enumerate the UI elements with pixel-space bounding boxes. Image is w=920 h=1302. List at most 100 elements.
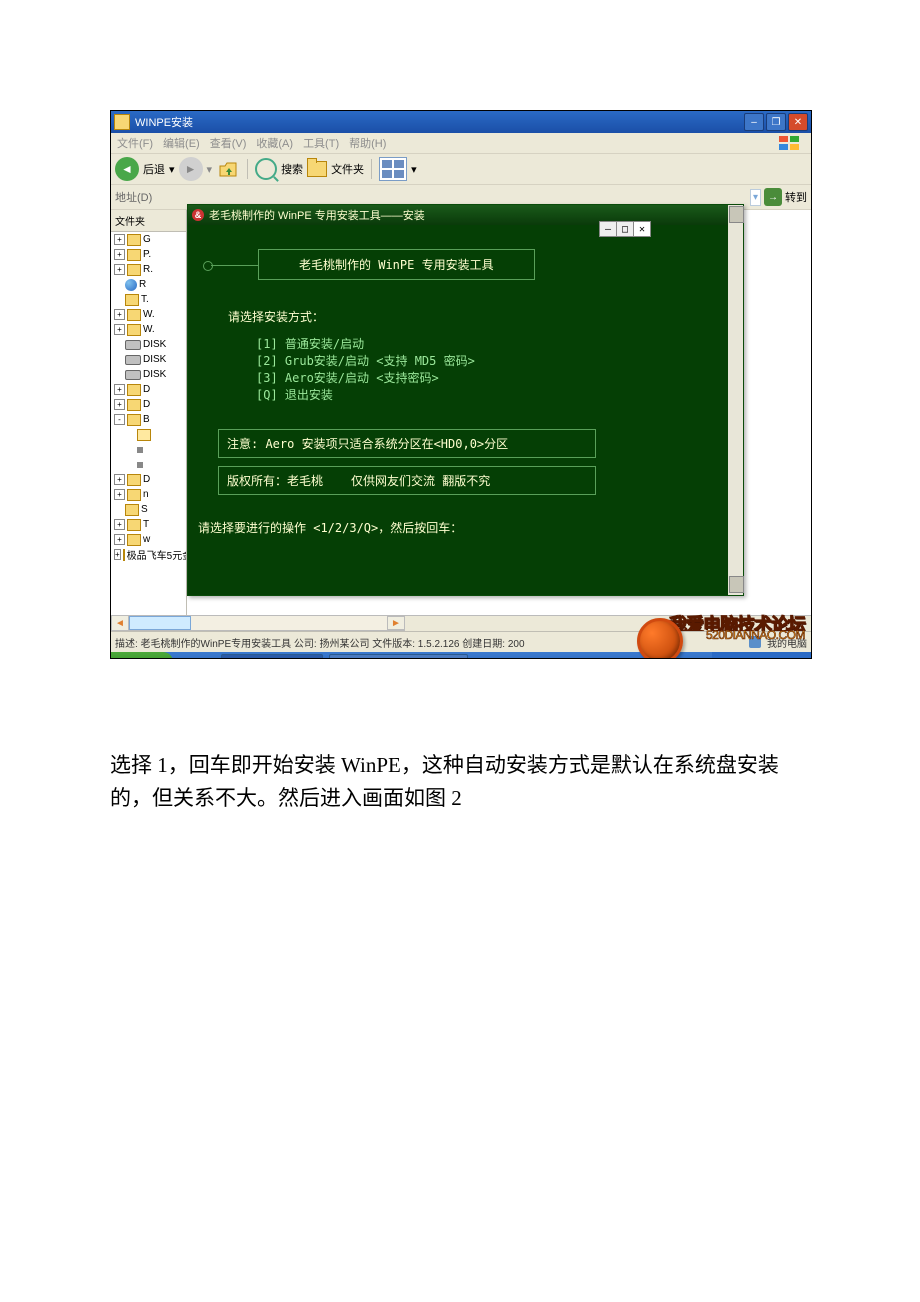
tree-leaf-icon xyxy=(137,462,143,468)
expand-icon[interactable]: + xyxy=(114,264,125,275)
search-label: 搜索 xyxy=(281,161,303,177)
menu-help[interactable]: 帮助(H) xyxy=(349,135,386,151)
close-button[interactable]: ✕ xyxy=(788,113,808,131)
expand-icon[interactable]: + xyxy=(114,324,125,335)
tree-item-label: S xyxy=(141,504,148,515)
taskbar-button-1[interactable]: WINPE安装 xyxy=(221,654,323,659)
copyright-box: 版权所有：老毛桃 仅供网友们交流 翻版不究 xyxy=(218,466,596,495)
forward-button[interactable]: ► xyxy=(179,157,203,181)
ime-indicator[interactable]: CH xyxy=(720,659,740,660)
tree-item[interactable]: +R. xyxy=(114,262,186,277)
menu-view[interactable]: 查看(V) xyxy=(210,135,247,151)
search-icon[interactable] xyxy=(255,158,277,180)
tree-item[interactable]: T. xyxy=(114,292,186,307)
tree-item[interactable]: + P. xyxy=(114,247,186,262)
expand-icon[interactable]: + xyxy=(114,384,125,395)
console-scrollbar[interactable] xyxy=(728,205,743,595)
console-window-buttons: – □ ✕ xyxy=(599,221,651,237)
tree-item[interactable]: DISK xyxy=(114,367,186,382)
tree-item[interactable] xyxy=(114,442,186,457)
menu-tools[interactable]: 工具(T) xyxy=(303,135,339,151)
menu-file[interactable]: 文件(F) xyxy=(117,135,153,151)
tree-item[interactable] xyxy=(114,427,186,442)
option-q: [Q] 退出安装 xyxy=(256,386,723,403)
explorer-titlebar: WINPE安装 – ❐ ✕ xyxy=(111,111,811,133)
menu-edit[interactable]: 编辑(E) xyxy=(163,135,200,151)
tree-item[interactable]: + W. xyxy=(114,307,186,322)
collapse-icon[interactable]: - xyxy=(114,414,125,425)
console-minimize-button[interactable]: – xyxy=(600,222,616,236)
expand-icon[interactable]: + xyxy=(114,474,125,485)
tree-item[interactable]: +D xyxy=(114,397,186,412)
tree-item[interactable]: +w xyxy=(114,532,186,547)
expand-icon[interactable]: + xyxy=(114,549,121,560)
restore-button[interactable]: ❐ xyxy=(766,113,786,131)
back-button[interactable]: ◄ xyxy=(115,157,139,181)
spacer xyxy=(126,430,135,439)
tree-item-label: P. xyxy=(143,249,151,260)
scroll-down-icon[interactable] xyxy=(729,576,744,593)
tree-item[interactable]: DISK xyxy=(114,352,186,367)
start-label: 开始 xyxy=(137,657,159,659)
copyright-owner: 版权所有：老毛桃 xyxy=(227,472,323,489)
system-tray: CH 18:05 xyxy=(712,652,811,659)
console-heading: 老毛桃制作的 WinPE 专用安装工具 xyxy=(299,258,494,272)
globe-icon xyxy=(125,279,137,291)
tree-item[interactable]: R xyxy=(114,277,186,292)
windows-flag-icon xyxy=(775,135,805,151)
console-window: & 老毛桃制作的 WinPE 专用安装工具——安装 – □ ✕ 老毛桃制作的 W… xyxy=(187,204,744,596)
hscroll-left[interactable]: ◄ xyxy=(111,615,129,631)
tree-item[interactable]: S xyxy=(114,502,186,517)
folders-icon[interactable] xyxy=(307,161,327,177)
spacer xyxy=(114,505,123,514)
option-1: [1] 普通安装/启动 xyxy=(256,335,723,352)
tree-item[interactable]: -B xyxy=(114,412,186,427)
hscroll-right[interactable]: ► xyxy=(387,616,405,630)
hscroll-track[interactable]: ► xyxy=(129,615,405,631)
minimize-button[interactable]: – xyxy=(744,113,764,131)
expand-icon[interactable]: + xyxy=(114,489,125,500)
menu-fav[interactable]: 收藏(A) xyxy=(256,135,293,151)
action-prompt: 请选择要进行的操作 <1/2/3/Q>，然后按回车： xyxy=(198,519,723,536)
tree-item-label: DISK xyxy=(143,369,166,380)
tree-header: 文件夹 xyxy=(111,210,186,232)
tree-item[interactable]: DISK xyxy=(114,337,186,352)
window-title: WINPE安装 xyxy=(135,114,193,130)
tree-item[interactable]: +D xyxy=(114,472,186,487)
console-close-button[interactable]: ✕ xyxy=(633,222,650,236)
expand-icon[interactable]: + xyxy=(114,309,125,320)
quicklaunch-ie-icon[interactable] xyxy=(183,658,197,659)
spacer xyxy=(114,340,123,349)
expand-icon[interactable]: + xyxy=(114,399,125,410)
tree-item[interactable]: +W. xyxy=(114,322,186,337)
tree-item[interactable]: +极品飞车5元金硬盘版 xyxy=(114,547,186,562)
views-icon[interactable] xyxy=(379,157,407,181)
tree-item-label: DISK xyxy=(143,339,166,350)
tree-item[interactable]: +n xyxy=(114,487,186,502)
hscroll-thumb[interactable] xyxy=(129,616,191,630)
taskbar-button-2[interactable]: & 老毛桃制作的 Win… xyxy=(329,654,468,659)
go-button[interactable]: → xyxy=(764,188,782,206)
up-folder-icon[interactable] xyxy=(216,159,240,179)
folder-icon xyxy=(123,549,125,561)
expand-icon[interactable]: + xyxy=(114,249,125,260)
folder-icon xyxy=(127,474,141,486)
quicklaunch-desktop-icon[interactable] xyxy=(201,658,215,659)
document-caption: 选择 1，回车即开始安装 WinPE，这种自动安装方式是默认在系统盘安装的，但关… xyxy=(110,749,810,814)
expand-icon[interactable]: + xyxy=(114,534,125,545)
taskbar-button-1-label: WINPE安装 xyxy=(252,657,310,659)
expand-icon[interactable]: + xyxy=(114,234,125,245)
spacer xyxy=(126,445,135,454)
console-maximize-button[interactable]: □ xyxy=(616,222,633,236)
tree-item[interactable]: +T xyxy=(114,517,186,532)
start-button[interactable]: 开始 xyxy=(111,652,173,659)
tree-item[interactable]: +G xyxy=(114,232,186,247)
tree-item[interactable] xyxy=(114,457,186,472)
scroll-up-icon[interactable] xyxy=(729,206,744,223)
disk-icon xyxy=(125,340,141,350)
tree-item-label: D xyxy=(143,474,150,485)
folder-icon xyxy=(127,264,141,276)
expand-icon[interactable]: + xyxy=(114,519,125,530)
tree-item[interactable]: +D xyxy=(114,382,186,397)
tree-item-label: W. xyxy=(143,309,155,320)
